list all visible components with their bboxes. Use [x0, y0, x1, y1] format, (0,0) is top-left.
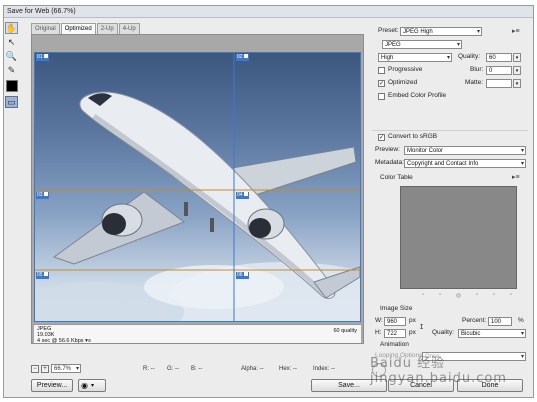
eyedropper-icon[interactable]: ✎ — [5, 64, 18, 76]
tab-optimized[interactable]: Optimized — [60, 23, 96, 34]
readout-alpha: Alpha: -- — [241, 366, 264, 372]
tab-2-up[interactable]: 2-Up — [96, 23, 118, 34]
watermark-text: Baidu 经验 jingyan.baidu.com — [370, 356, 507, 386]
web-snap-icon[interactable]: ◎ — [456, 292, 461, 299]
browser-icon: ◉ — [81, 381, 88, 390]
height-label: H: — [375, 329, 382, 336]
status-row: − + 66.7% R: -- G: -- B: -- Alpha: -- He… — [31, 364, 364, 375]
slice-select-icon[interactable]: ↖ — [5, 36, 18, 48]
progressive-checkbox[interactable] — [378, 67, 385, 74]
eyedropper-color-swatch[interactable] — [6, 80, 18, 92]
format-select[interactable]: JPEG — [382, 40, 462, 49]
color-table-tools: ▫ ▫ ◎ ▫ ▫ ▫ — [422, 292, 512, 299]
color-table-menu-icon[interactable]: ▸≡ — [512, 173, 520, 181]
view-tabs: Original Optimized 2-Up 4-Up — [31, 23, 141, 34]
image-preview-frame: 01 02 03 04 05 06 JPEG 19.03K 4 sec @ 56… — [31, 34, 364, 344]
slice-label-04[interactable]: 04 — [236, 192, 249, 199]
preview-select[interactable]: Monitor Color — [404, 146, 526, 155]
percent-label: Percent: — [462, 317, 487, 324]
progressive-label: Progressive — [388, 66, 423, 73]
image-size-title: Image Size — [380, 305, 413, 312]
color-table-grid[interactable] — [400, 186, 517, 289]
zoom-in-button[interactable]: + — [41, 364, 49, 373]
matte-label: Matte: — [465, 79, 484, 86]
tab-original[interactable]: Original — [31, 23, 60, 34]
airplane-photo[interactable]: 01 02 03 04 05 06 — [34, 52, 361, 322]
map-color-icon[interactable]: ▫ — [422, 292, 424, 299]
download-time-menu-icon[interactable]: ▾≡ — [85, 338, 91, 344]
optimized-checkbox[interactable]: ✓ — [378, 80, 385, 87]
metadata-label: Metadata: — [375, 159, 404, 166]
readout-r: R: -- — [143, 366, 155, 372]
hand-icon[interactable]: ✋ — [5, 22, 18, 34]
chevron-down-icon: ▾ — [90, 383, 94, 389]
slice-label-01[interactable]: 01 — [36, 54, 49, 61]
readout-index: Index: -- — [313, 366, 336, 372]
width-label: W: — [375, 317, 383, 324]
height-input[interactable]: 722 — [384, 329, 406, 338]
resample-quality-select[interactable]: Bicubic — [458, 329, 526, 338]
readout-b: B: -- — [191, 366, 203, 372]
blur-label: Blur: — [470, 66, 484, 73]
blur-input[interactable]: 0 — [486, 66, 512, 75]
preview-button[interactable]: Preview... — [31, 379, 73, 392]
convert-srgb-checkbox[interactable]: ✓ — [378, 134, 385, 141]
slice-label-05[interactable]: 05 — [36, 272, 49, 279]
quality-input[interactable]: 60 — [486, 53, 512, 62]
lock-color-icon[interactable]: ▫ — [439, 292, 441, 299]
width-unit: px — [409, 317, 416, 324]
zoom-level-select[interactable]: 66.7% — [51, 364, 81, 373]
height-unit: px — [409, 329, 416, 336]
optimized-label: Optimized — [388, 79, 418, 86]
quality-label: Quality: — [458, 53, 481, 60]
slice-label-06[interactable]: 06 — [236, 272, 249, 279]
percent-input[interactable]: 100 — [488, 317, 512, 326]
tools-column: ✋ ↖ 🔍 ✎ ▭ — [5, 22, 19, 110]
settings-panel: Preset: JPEG High ▸≡ JPEG High Quality: … — [372, 22, 528, 367]
optimization-info: JPEG 19.03K 4 sec @ 56.6 Kbps ▾≡ 60 qual… — [34, 324, 361, 344]
quality-stepper[interactable]: ▾ — [513, 53, 521, 62]
readout-g: G: -- — [167, 366, 179, 372]
zoom-icon[interactable]: 🔍 — [5, 50, 18, 62]
slice-label-02[interactable]: 02 — [236, 54, 249, 61]
preset-label: Preset: — [378, 27, 399, 34]
convert-srgb-label: Convert to sRGB — [388, 133, 438, 140]
width-input[interactable]: 960 — [384, 317, 406, 326]
add-color-icon[interactable]: ▫ — [476, 292, 478, 299]
compression-select[interactable]: High — [378, 53, 452, 62]
embed-profile-label: Embed Color Profile — [388, 92, 447, 99]
info-download-time: 4 sec @ 56.6 Kbps — [37, 338, 84, 344]
color-table-title: Color Table — [380, 174, 413, 181]
metadata-select[interactable]: Copyright and Contact Info — [404, 159, 526, 168]
panel-divider — [372, 130, 528, 131]
matte-color[interactable] — [486, 79, 512, 88]
tab-4-up[interactable]: 4-Up — [118, 23, 140, 34]
slice-visibility-icon[interactable]: ▭ — [5, 96, 18, 108]
resample-quality-label: Quality: — [432, 329, 455, 336]
slice-label-03[interactable]: 03 — [36, 192, 49, 199]
preset-select[interactable]: JPEG High — [400, 27, 482, 36]
new-color-icon[interactable]: ▫ — [493, 292, 495, 299]
matte-dropdown[interactable]: ▾ — [513, 79, 521, 88]
constrain-link-icon[interactable]: ɪ — [420, 321, 423, 331]
preview-label: Preview: — [375, 146, 400, 153]
settings-menu-icon[interactable]: ▸≡ — [512, 27, 520, 35]
zoom-out-button[interactable]: − — [31, 364, 39, 373]
browser-preview-button[interactable]: ◉ ▾ — [78, 379, 106, 392]
delete-color-icon[interactable]: ▫ — [510, 292, 512, 299]
animation-title: Animation — [380, 341, 409, 348]
percent-unit: % — [518, 317, 524, 324]
blur-stepper[interactable]: ▾ — [513, 66, 521, 75]
embed-profile-checkbox[interactable] — [378, 93, 385, 100]
readout-hex: Hex: -- — [279, 366, 297, 372]
dialog-title: Save for Web (66.7%) — [4, 6, 533, 18]
info-quality: 60 quality — [333, 328, 357, 334]
